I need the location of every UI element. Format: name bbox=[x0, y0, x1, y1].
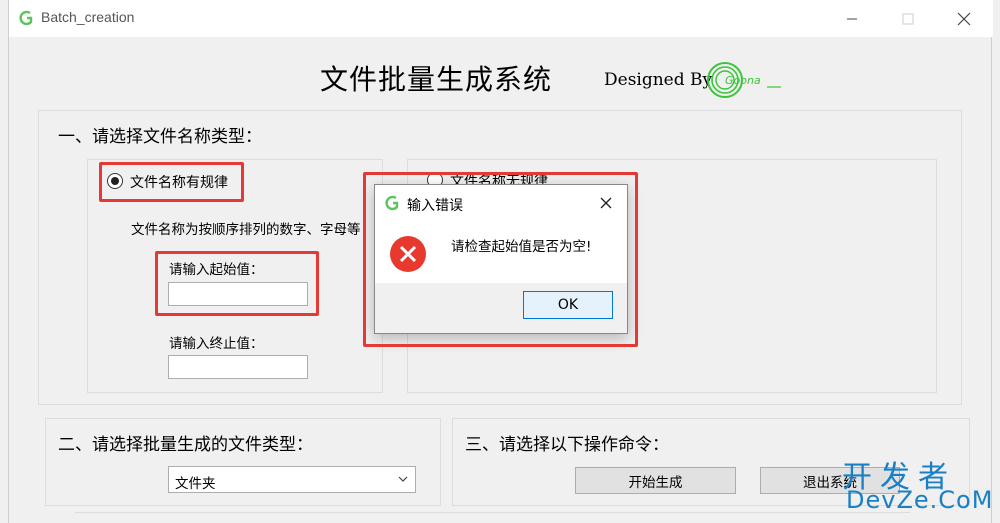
system-title: 文件批量生成系统 bbox=[320, 63, 553, 96]
title-bar[interactable]: Batch_creation bbox=[9, 0, 993, 37]
bottom-strip bbox=[75, 512, 910, 523]
watermark-en: DevZe.CoM bbox=[846, 486, 994, 514]
window-title: Batch_creation bbox=[41, 9, 135, 25]
highlight-start-input-box bbox=[155, 251, 319, 316]
close-button[interactable] bbox=[941, 0, 987, 37]
minimize-icon bbox=[847, 18, 857, 19]
regular-name-description: 文件名称为按顺序排列的数字、字母等 bbox=[131, 222, 361, 238]
highlight-radio-box bbox=[99, 162, 244, 202]
start-generate-button[interactable]: 开始生成 bbox=[575, 467, 736, 494]
highlight-dialog-box bbox=[363, 172, 638, 347]
maximize-icon bbox=[902, 13, 914, 24]
app-icon bbox=[19, 10, 33, 26]
minimize-button[interactable] bbox=[829, 0, 875, 37]
goona-logo: Goona bbox=[707, 62, 781, 98]
end-value-input[interactable] bbox=[168, 355, 308, 379]
filename-type-title: 一、请选择文件名称类型： bbox=[58, 127, 262, 147]
logo-text: Goona bbox=[725, 74, 761, 87]
file-type-selected: 文件夹 bbox=[175, 476, 216, 492]
file-type-title: 二、请选择批量生成的文件类型： bbox=[58, 435, 313, 455]
command-title: 三、请选择以下操作命令： bbox=[465, 435, 669, 455]
chevron-down-icon bbox=[398, 476, 408, 482]
file-type-select[interactable]: 文件夹 bbox=[168, 466, 416, 493]
end-value-label: 请输入终止值： bbox=[169, 336, 264, 352]
close-icon bbox=[957, 12, 971, 25]
maximize-button[interactable] bbox=[885, 0, 931, 37]
designed-by-label: Designed By bbox=[604, 70, 713, 90]
